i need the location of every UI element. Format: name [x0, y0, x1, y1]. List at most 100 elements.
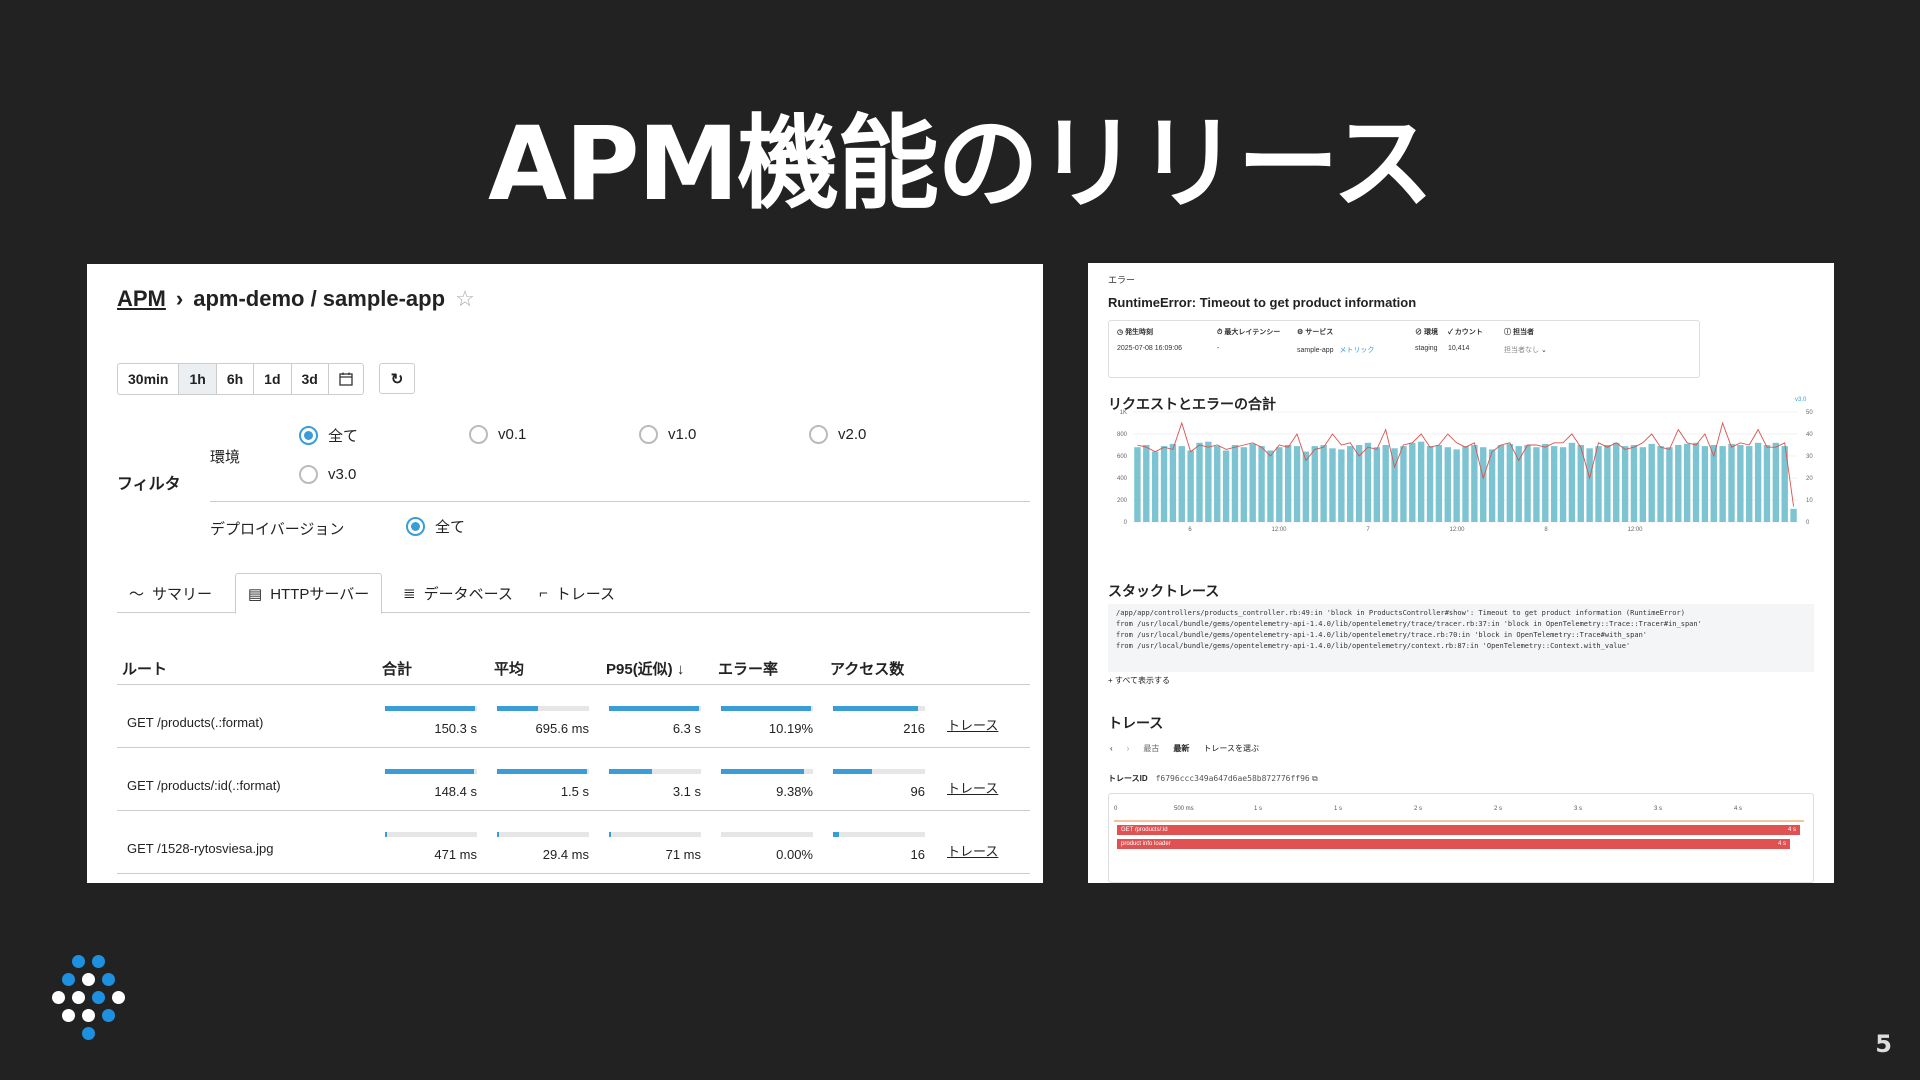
column-header-total[interactable]: 合計	[382, 658, 412, 679]
metric-value: 71 ms	[665, 847, 701, 862]
owner-dropdown[interactable]: 担当者なし ⌄	[1504, 345, 1547, 355]
stack-trace-title: スタックトレース	[1108, 583, 1220, 599]
env-label: ⊘ 環境	[1415, 329, 1438, 336]
time-range-6h[interactable]: 6h	[217, 364, 255, 394]
metric-cell: 71 ms	[609, 832, 701, 872]
column-header-error-rate[interactable]: エラー率	[718, 658, 778, 679]
trace-tick: 2 s	[1414, 806, 1423, 812]
calendar-icon[interactable]	[329, 364, 363, 394]
request-bar	[1382, 445, 1389, 522]
show-all-button[interactable]: + すべて表示する	[1108, 675, 1170, 686]
env-radio-all[interactable]: 全て	[299, 425, 358, 446]
column-header-access[interactable]: アクセス数	[830, 658, 904, 679]
stack-trace-block: /app/app/controllers/products_controller…	[1108, 604, 1814, 672]
star-icon[interactable]: ☆	[455, 286, 475, 312]
request-bar	[1143, 445, 1150, 522]
y-right-tick: 10	[1806, 498, 1813, 504]
request-bar	[1701, 446, 1709, 522]
request-bar	[1187, 450, 1194, 522]
trace-link[interactable]: トレース	[947, 841, 998, 860]
tab-database[interactable]: ≣ データベース	[391, 573, 525, 613]
time-range-30min[interactable]: 30min	[118, 364, 180, 394]
trace-tick: 3 s	[1574, 806, 1583, 812]
request-bar	[1284, 445, 1292, 522]
request-bar	[1320, 445, 1327, 522]
oldest-button[interactable]: 最古	[1143, 743, 1159, 754]
tab-summary[interactable]: 〜サマリー	[117, 573, 224, 613]
metric-bar	[609, 769, 701, 774]
requests-errors-chart: 0 200 400 600 800 1K 0 10 20 30 40 50 6 12:00 7 12:00 8 1…	[1117, 410, 1813, 533]
time-range-1d[interactable]: 1d	[254, 364, 292, 394]
metric-cell: 216	[833, 706, 925, 746]
request-bar	[1267, 450, 1274, 522]
request-bar	[1621, 446, 1629, 522]
copy-icon[interactable]: ⧉	[1312, 774, 1318, 783]
next-icon[interactable]: ›	[1127, 744, 1130, 753]
env-radio-label: v3.0	[328, 466, 357, 483]
chart-legend: v3.0	[1795, 397, 1807, 403]
request-bar	[1488, 449, 1496, 522]
y-left-tick: 800	[1117, 432, 1128, 438]
row-divider	[117, 810, 1030, 811]
metric-bar-fill	[385, 769, 475, 774]
column-header-p95[interactable]: P95(近似) ↓	[606, 658, 684, 679]
request-bar	[1648, 443, 1655, 522]
tab-http-server[interactable]: ▤ HTTPサーバー	[235, 573, 383, 614]
breadcrumb: APM › apm-demo / sample-app ☆	[117, 286, 475, 312]
env-radio-v01[interactable]: v0.1	[469, 425, 526, 444]
request-bar	[1630, 445, 1638, 522]
request-bar	[1515, 446, 1522, 522]
env-radio-v10[interactable]: v1.0	[639, 425, 696, 444]
env-radio-v20[interactable]: v2.0	[809, 425, 866, 444]
filter-label: フィルタ	[117, 476, 181, 493]
trace-span[interactable]: product info loader 4 s	[1117, 839, 1790, 849]
trace-link[interactable]: トレース	[947, 715, 998, 734]
metric-cell: 150.3 s	[385, 706, 477, 746]
trend-icon: 〜	[129, 585, 145, 603]
trace-title: トレース	[1108, 715, 1164, 731]
column-header-avg[interactable]: 平均	[494, 658, 524, 679]
metric-link[interactable]: メトリック	[1339, 347, 1374, 354]
latest-button[interactable]: 最新	[1173, 743, 1189, 754]
metric-cell: 471 ms	[385, 832, 477, 872]
metric-value: 216	[903, 721, 925, 736]
plus-icon: +	[1108, 676, 1113, 685]
request-bar	[1568, 442, 1576, 522]
select-trace-button[interactable]: トレースを選ぶ	[1203, 743, 1259, 754]
request-bar	[1373, 447, 1381, 522]
y-left-tick: 1K	[1120, 410, 1127, 416]
owner-label: ⓘ 担当者	[1504, 329, 1534, 336]
metric-bar	[721, 706, 813, 711]
trace-span[interactable]: GET /products/:id 4 s	[1117, 825, 1800, 835]
env-value: staging	[1415, 345, 1438, 352]
deploy-radio-all[interactable]: 全て	[406, 516, 465, 537]
request-bar	[1524, 445, 1531, 522]
x-tick: 12:00	[1449, 527, 1465, 533]
error-title: RuntimeError: Timeout to get product inf…	[1108, 295, 1417, 310]
time-range-1h[interactable]: 1h	[179, 364, 217, 394]
refresh-button[interactable]: ↻	[379, 363, 415, 394]
stack-line: from /usr/local/bundle/gems/opentelemetr…	[1116, 620, 1702, 628]
request-bar	[1444, 447, 1451, 522]
metric-value: 150.3 s	[434, 721, 477, 736]
env-radio-v30[interactable]: v3.0	[299, 465, 356, 484]
metric-value: 3.1 s	[672, 784, 701, 799]
time-range-3d[interactable]: 3d	[292, 364, 329, 394]
environment-label: 環境	[210, 449, 241, 466]
trace-id-row: トレースID f6796ccc349a647d6ae58b872776ff96 ⧉	[1108, 774, 1318, 783]
request-bar	[1763, 445, 1771, 522]
route-cell: GET /1528-rytosviesa.jpg	[127, 841, 274, 856]
trace-tick: 3 s	[1654, 806, 1663, 812]
latency-label: ⏱ 最大レイテンシー	[1217, 329, 1281, 336]
trace-tick: 2 s	[1494, 806, 1503, 812]
stack-line: from /usr/local/bundle/gems/opentelemetr…	[1116, 631, 1648, 639]
metric-bar	[385, 832, 477, 837]
occurred-value: 2025-07-08 16:09:06	[1117, 345, 1182, 352]
trace-link[interactable]: トレース	[947, 778, 998, 797]
error-label: エラー	[1108, 275, 1136, 285]
metric-bar-fill	[609, 706, 700, 711]
breadcrumb-apm-link[interactable]: APM	[117, 286, 166, 312]
prev-icon[interactable]: ‹	[1110, 744, 1113, 753]
request-bar	[1586, 448, 1593, 522]
tab-trace[interactable]: ⌐ トレース	[527, 573, 627, 613]
